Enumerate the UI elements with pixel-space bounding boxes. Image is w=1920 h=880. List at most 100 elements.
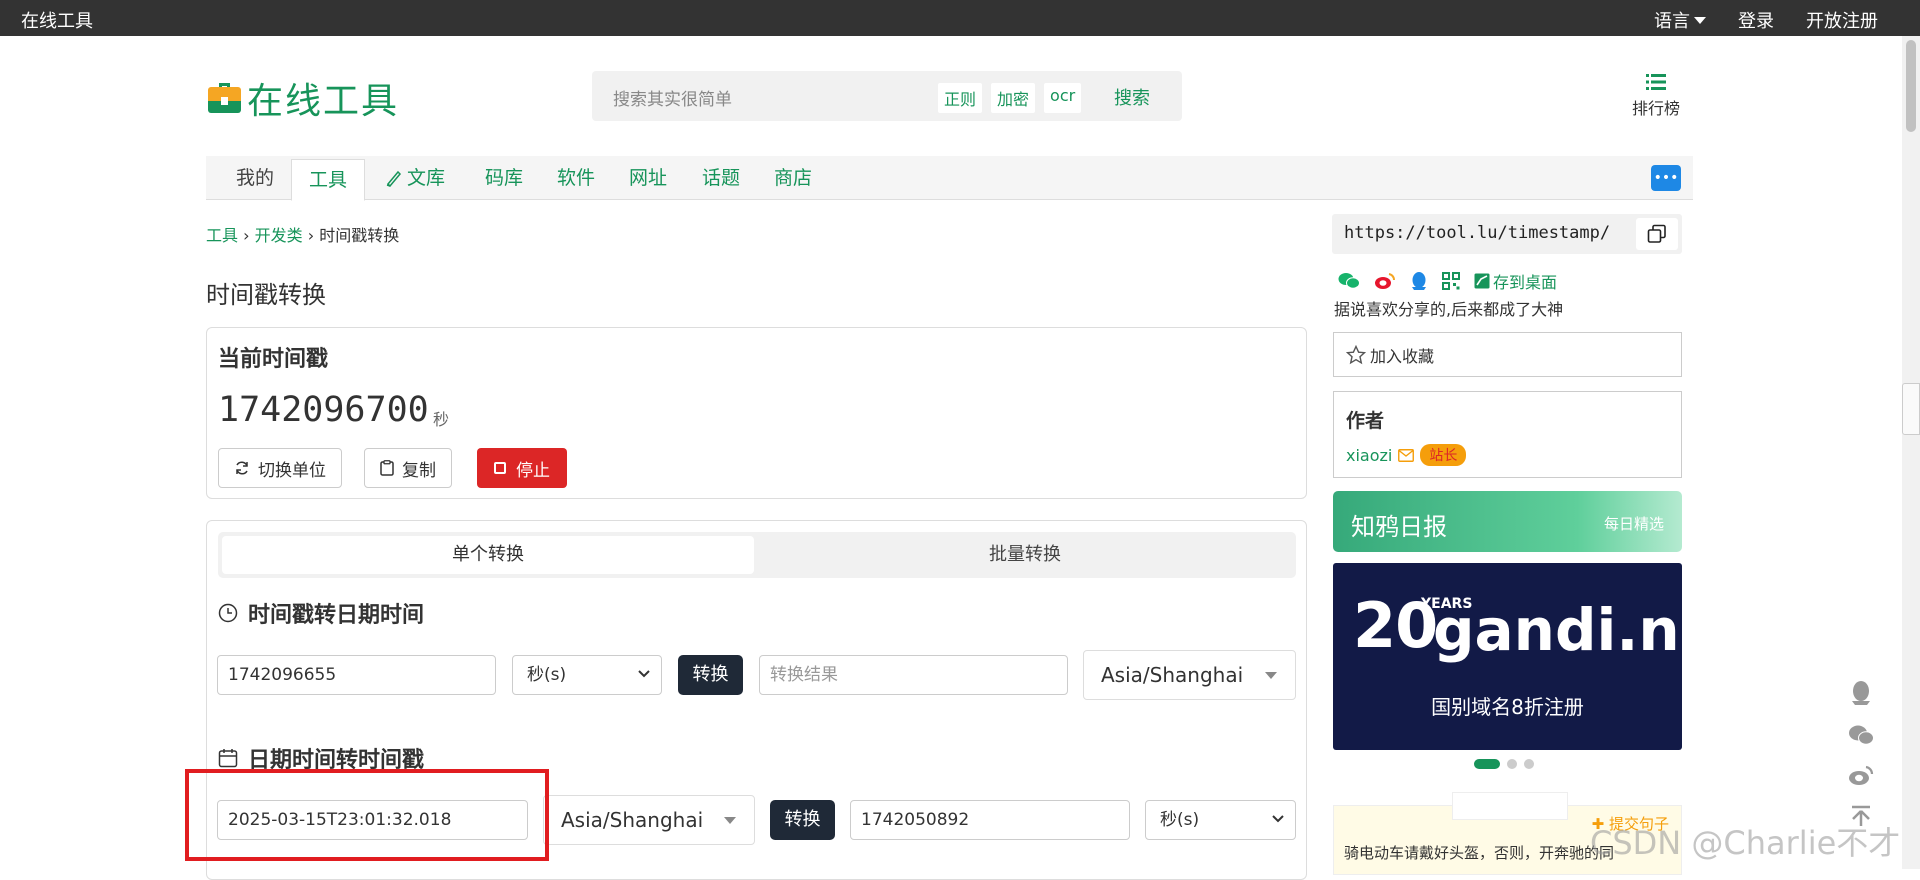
nav-item-software[interactable]: 软件 xyxy=(557,156,595,200)
ts-input[interactable]: 1742096655 xyxy=(217,655,496,695)
carousel-dot-1[interactable] xyxy=(1474,759,1500,769)
search-input[interactable]: 搜索其实很简单 xyxy=(613,85,732,110)
breadcrumb-sep: › xyxy=(243,226,250,245)
weibo-icon[interactable] xyxy=(1374,272,1396,290)
date-timezone-select[interactable]: Asia/Shanghai xyxy=(543,795,755,845)
ts-to-date-section-title: 时间戳转日期时间 xyxy=(218,597,424,629)
carousel-dot-3[interactable] xyxy=(1524,759,1534,769)
nav-item-mine[interactable]: 我的 xyxy=(236,156,274,200)
nav-item-topics[interactable]: 话题 xyxy=(702,156,740,200)
page-url[interactable]: https://tool.lu/timestamp/ xyxy=(1344,223,1610,243)
top-brand-link[interactable]: 在线工具 xyxy=(21,7,93,33)
carousel-dot-2[interactable] xyxy=(1507,759,1517,769)
date-result-field[interactable]: 1742050892 xyxy=(850,800,1130,840)
copy-url-button[interactable] xyxy=(1636,218,1678,250)
switch-unit-button[interactable]: 切换单位 xyxy=(218,448,342,488)
copy-icon xyxy=(1647,224,1666,243)
current-timestamp: 1742096700 xyxy=(218,390,429,430)
clock-icon xyxy=(218,603,238,623)
stop-label: 停止 xyxy=(516,460,550,481)
nav-item-sites[interactable]: 网址 xyxy=(629,156,667,200)
ts-to-date-title: 时间戳转日期时间 xyxy=(248,603,425,628)
ts-convert-button[interactable]: 转换 xyxy=(678,655,743,695)
page-scrollbar[interactable] xyxy=(1902,36,1920,869)
author-name[interactable]: xiaozi xyxy=(1346,446,1392,465)
caret-down-icon xyxy=(724,817,736,824)
chevron-down-icon xyxy=(1272,815,1284,823)
tab-single[interactable]: 单个转换 xyxy=(222,536,754,574)
logo-text: 在线工具 xyxy=(247,81,400,122)
nav-item-library[interactable]: 文库 xyxy=(385,156,445,200)
wechat-icon[interactable] xyxy=(1848,724,1874,746)
site-logo[interactable]: 在线工具 xyxy=(208,72,399,124)
list-icon xyxy=(1646,74,1666,90)
side-handle[interactable] xyxy=(1902,383,1920,435)
ts-unit-select[interactable]: 秒(s) xyxy=(512,655,662,695)
favorite-label: 加入收藏 xyxy=(1370,346,1435,366)
ts-timezone-select[interactable]: Asia/Shanghai xyxy=(1083,650,1296,700)
breadcrumb-tools[interactable]: 工具 xyxy=(206,226,238,245)
search-tag-regex[interactable]: 正则 xyxy=(938,83,983,113)
nav-item-tools[interactable]: 工具 xyxy=(291,159,366,201)
breadcrumb: 工具 › 开发类 › 时间戳转换 xyxy=(206,222,399,246)
conversion-tabs: 单个转换 批量转换 xyxy=(218,532,1296,578)
scrollbar-thumb[interactable] xyxy=(1906,40,1916,132)
search-tag-ocr[interactable]: ocr xyxy=(1044,83,1082,113)
refresh-icon xyxy=(236,461,248,475)
qrcode-icon[interactable] xyxy=(1442,272,1460,290)
register-link[interactable]: 开放注册 xyxy=(1806,7,1878,33)
breadcrumb-dev[interactable]: 开发类 xyxy=(255,226,303,245)
chevron-down-icon xyxy=(638,670,650,678)
switch-unit-label: 切换单位 xyxy=(258,460,326,481)
zhiya-title: 知鸦日报 xyxy=(1351,513,1447,541)
language-label: 语言 xyxy=(1654,11,1690,32)
nav-item-library-label: 文库 xyxy=(407,167,446,189)
rank-link[interactable]: 排行榜 xyxy=(1632,73,1680,119)
top-bar: 在线工具 语言 登录 开放注册 xyxy=(0,0,1920,36)
search-button[interactable]: 搜索 xyxy=(1114,84,1150,110)
copy-button[interactable]: 复制 xyxy=(364,448,452,488)
date-unit-select[interactable]: 秒(s) xyxy=(1145,800,1296,840)
chat-icon[interactable]: ••• xyxy=(1651,165,1681,191)
search-bar[interactable]: 搜索其实很简单 正则 加密 ocr 搜索 xyxy=(592,71,1182,121)
weibo-icon[interactable] xyxy=(1848,764,1874,786)
copy-label: 复制 xyxy=(402,460,436,481)
ts-timezone-value: Asia/Shanghai xyxy=(1101,663,1244,687)
login-link[interactable]: 登录 xyxy=(1738,7,1774,33)
ts-result-field[interactable]: 转换结果 xyxy=(759,655,1068,695)
ad-sub: 国别域名8折注册 xyxy=(1431,695,1584,719)
nav-item-code[interactable]: 码库 xyxy=(485,156,523,200)
caret-down-icon xyxy=(1265,672,1277,679)
clipboard-icon xyxy=(380,460,394,476)
save-desktop-link[interactable]: 存到桌面 xyxy=(1474,269,1557,293)
mail-icon[interactable] xyxy=(1398,448,1415,462)
toolbox-icon xyxy=(208,83,241,113)
page-title: 时间戳转换 xyxy=(206,281,326,309)
date-convert-button[interactable]: 转换 xyxy=(770,800,835,840)
tab-batch[interactable]: 批量转换 xyxy=(758,536,1292,574)
url-box: https://tool.lu/timestamp/ xyxy=(1332,214,1682,254)
search-tag-encrypt[interactable]: 加密 xyxy=(991,83,1036,113)
stop-button[interactable]: 停止 xyxy=(477,448,567,488)
search-tags: 正则 加密 ocr xyxy=(938,83,1082,113)
main-nav: 我的 工具 文库 码库 软件 网址 话题 商店 ••• xyxy=(206,156,1693,201)
calendar-icon xyxy=(218,749,238,768)
current-unit: 秒 xyxy=(433,410,450,429)
watermark: CSDN @Charlie不才 xyxy=(1590,824,1901,862)
gandi-ad[interactable]: 20 YEARS gandi.net 国别域名8折注册 xyxy=(1333,563,1747,750)
date-timezone-value: Asia/Shanghai xyxy=(561,808,704,832)
wechat-icon[interactable] xyxy=(1338,272,1360,290)
zhiya-daily-banner[interactable]: 知鸦日报 每日精选 xyxy=(1333,491,1682,552)
stop-icon xyxy=(494,462,506,474)
carousel-dots xyxy=(1474,759,1534,769)
qq-icon[interactable] xyxy=(1410,271,1428,291)
current-heading: 当前时间戳 xyxy=(218,347,329,372)
author-card: 作者 xiaozi 站长 xyxy=(1333,391,1682,478)
date-unit-value: 秒(s) xyxy=(1160,810,1200,830)
nav-item-shop[interactable]: 商店 xyxy=(774,156,812,200)
add-favorite-button[interactable]: 加入收藏 xyxy=(1333,332,1682,377)
language-menu[interactable]: 语言 xyxy=(1654,7,1706,33)
zhiya-sub: 每日精选 xyxy=(1603,515,1664,533)
qq-icon[interactable] xyxy=(1850,680,1872,706)
floating-share-bar xyxy=(1848,680,1874,828)
